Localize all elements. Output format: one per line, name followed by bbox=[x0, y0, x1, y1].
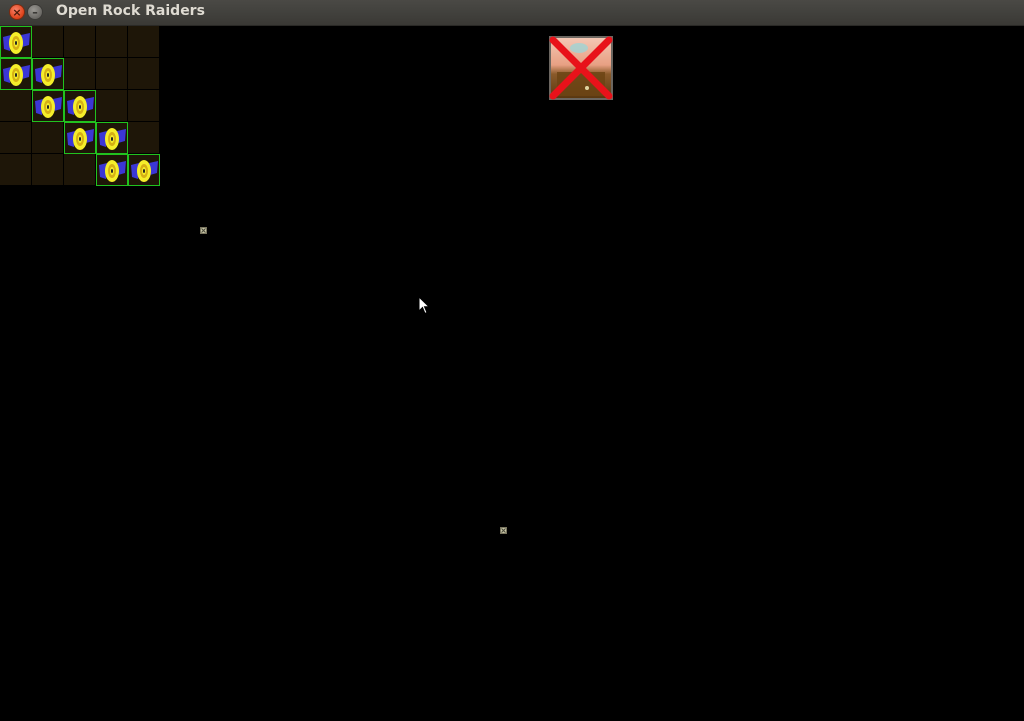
ore-tile[interactable] bbox=[64, 90, 96, 122]
tile-grid[interactable] bbox=[0, 26, 160, 186]
ore-tile[interactable] bbox=[96, 122, 128, 154]
game-viewport[interactable] bbox=[0, 26, 1024, 721]
ore-tile[interactable] bbox=[96, 154, 128, 186]
map-tile[interactable] bbox=[64, 58, 96, 90]
portrait-badge bbox=[585, 86, 589, 90]
map-tile[interactable] bbox=[96, 90, 128, 122]
ore-tile[interactable] bbox=[32, 90, 64, 122]
map-tile[interactable] bbox=[64, 26, 96, 58]
ore-tile[interactable] bbox=[0, 26, 32, 58]
map-tile[interactable] bbox=[96, 26, 128, 58]
mouse-pointer-icon bbox=[418, 296, 430, 315]
map-tile[interactable] bbox=[0, 90, 32, 122]
energy-crystal-icon bbox=[99, 160, 126, 182]
energy-crystal-icon bbox=[3, 32, 30, 54]
ore-tile[interactable] bbox=[128, 154, 160, 186]
window-title: Open Rock Raiders bbox=[56, 3, 205, 19]
map-tile[interactable] bbox=[96, 58, 128, 90]
portrait-helmet bbox=[570, 43, 588, 53]
energy-crystal-icon bbox=[99, 128, 126, 150]
map-tile[interactable] bbox=[64, 154, 96, 186]
energy-crystal-icon bbox=[67, 128, 94, 150]
energy-crystal-icon bbox=[67, 96, 94, 118]
energy-crystal-icon bbox=[3, 64, 30, 86]
ore-tile[interactable] bbox=[64, 122, 96, 154]
map-tile[interactable] bbox=[0, 122, 32, 154]
minimize-button[interactable]: – bbox=[27, 4, 43, 20]
app-window: × – Open Rock Raiders bbox=[0, 0, 1024, 721]
map-tile[interactable] bbox=[32, 26, 64, 58]
unit-portrait-cancel-button[interactable] bbox=[549, 36, 613, 100]
close-button[interactable]: × bbox=[9, 4, 25, 20]
map-tile[interactable] bbox=[128, 90, 160, 122]
energy-crystal-icon bbox=[35, 96, 62, 118]
map-tile[interactable] bbox=[128, 58, 160, 90]
ore-tile[interactable] bbox=[0, 58, 32, 90]
waypoint-marker-icon[interactable] bbox=[500, 527, 507, 534]
map-tile[interactable] bbox=[32, 122, 64, 154]
map-tile[interactable] bbox=[0, 154, 32, 186]
ore-tile[interactable] bbox=[32, 58, 64, 90]
map-tile[interactable] bbox=[128, 122, 160, 154]
energy-crystal-icon bbox=[131, 160, 158, 182]
map-tile[interactable] bbox=[32, 154, 64, 186]
waypoint-marker-icon[interactable] bbox=[200, 227, 207, 234]
title-bar[interactable]: × – Open Rock Raiders bbox=[0, 0, 1024, 26]
energy-crystal-icon bbox=[35, 64, 62, 86]
map-tile[interactable] bbox=[128, 26, 160, 58]
